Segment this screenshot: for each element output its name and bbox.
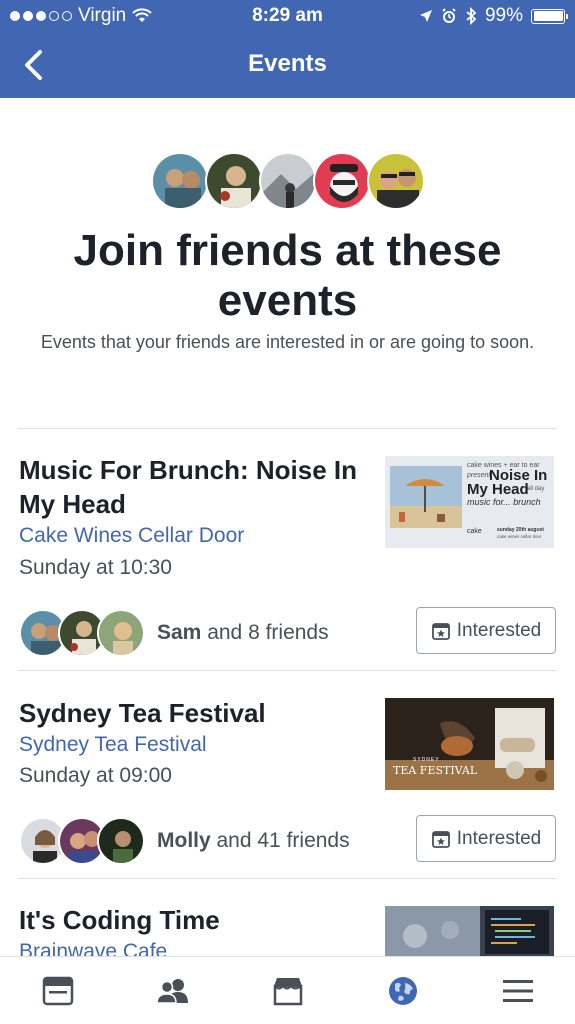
poster-big-text: TEA FESTIVAL <box>393 764 478 777</box>
interested-button[interactable]: Interested <box>416 607 556 654</box>
avatar <box>97 817 145 865</box>
bluetooth-icon <box>466 7 477 25</box>
interested-button[interactable]: Interested <box>416 815 556 862</box>
friends-icon <box>155 978 188 1004</box>
divider <box>18 670 557 671</box>
friends-count: and 41 friends <box>210 829 350 852</box>
friends-summary: Sam and 8 friends <box>157 621 329 645</box>
calendar-star-icon <box>431 622 450 640</box>
globe-icon <box>388 976 417 1005</box>
news-feed-icon <box>42 976 73 1005</box>
poster-allday: all day <box>527 486 545 492</box>
bottom-tab-bar <box>0 956 575 1024</box>
divider <box>18 878 557 879</box>
friend-name: Molly <box>157 829 211 852</box>
avatar <box>97 609 145 657</box>
avatar <box>150 152 209 210</box>
tab-news-feed[interactable] <box>28 961 88 1021</box>
poster-date: sunday 20th august <box>497 527 544 533</box>
event-title[interactable]: Music For Brunch: Noise In My Head <box>19 453 359 521</box>
status-bar: Virgin 8:29 am 99% <box>0 0 575 32</box>
avatar <box>312 152 371 210</box>
poster-tagline: music for... brunch <box>467 497 541 507</box>
page-title: Events <box>248 50 327 77</box>
event-title[interactable]: It's Coding Time <box>19 903 359 937</box>
battery-percent: 99% <box>484 5 523 26</box>
poster-brand: cake <box>467 528 482 535</box>
tab-marketplace[interactable] <box>258 961 318 1021</box>
friends-avatar-stack <box>0 152 575 210</box>
friends-summary: Molly and 41 friends <box>157 829 350 853</box>
friend-name: Sam <box>157 621 202 644</box>
status-right: 99% <box>419 5 568 27</box>
event-venue[interactable]: Sydney Tea Festival <box>19 733 207 757</box>
hero-subtitle: Events that your friends are interested … <box>40 332 535 352</box>
interested-label: Interested <box>456 619 542 641</box>
avatar <box>258 152 317 210</box>
hero-title: Join friends at these events <box>73 226 502 325</box>
poster-headline-2: My Head <box>467 481 529 498</box>
going-friends-row[interactable]: Sam and 8 friends <box>19 609 329 657</box>
top-bar: Virgin 8:29 am 99% Events <box>0 0 575 98</box>
tab-friends[interactable] <box>143 961 203 1021</box>
battery-icon <box>531 8 568 24</box>
calendar-star-icon <box>431 830 450 848</box>
tab-menu[interactable] <box>488 961 548 1021</box>
event-title[interactable]: Sydney Tea Festival <box>19 696 359 730</box>
event-thumbnail[interactable] <box>385 906 554 956</box>
poster-small-text: SYDNEY <box>413 757 440 763</box>
event-poster-image <box>385 906 554 956</box>
event-venue[interactable]: Cake Wines Cellar Door <box>19 524 244 548</box>
alarm-icon <box>442 8 456 23</box>
event-time: Sunday at 10:30 <box>19 556 172 579</box>
going-friends-row[interactable]: Molly and 41 friends <box>19 817 350 865</box>
interested-label: Interested <box>456 827 542 849</box>
avatar <box>204 152 263 210</box>
poster-present: present <box>467 472 491 479</box>
divider <box>18 428 557 429</box>
event-thumbnail[interactable]: cake wines + ear to ear present Noise In… <box>385 456 554 548</box>
marketplace-icon <box>273 977 302 1005</box>
tab-notifications-globe[interactable] <box>373 961 433 1021</box>
poster-place: cake wines cellar door <box>497 534 542 539</box>
event-thumbnail[interactable]: SYDNEY TEA FESTIVAL <box>385 698 554 790</box>
friends-count: and 8 friends <box>201 621 329 644</box>
avatar <box>366 152 425 210</box>
location-arrow-icon <box>419 10 432 22</box>
event-time: Sunday at 09:00 <box>19 764 172 787</box>
menu-icon <box>502 979 533 1002</box>
